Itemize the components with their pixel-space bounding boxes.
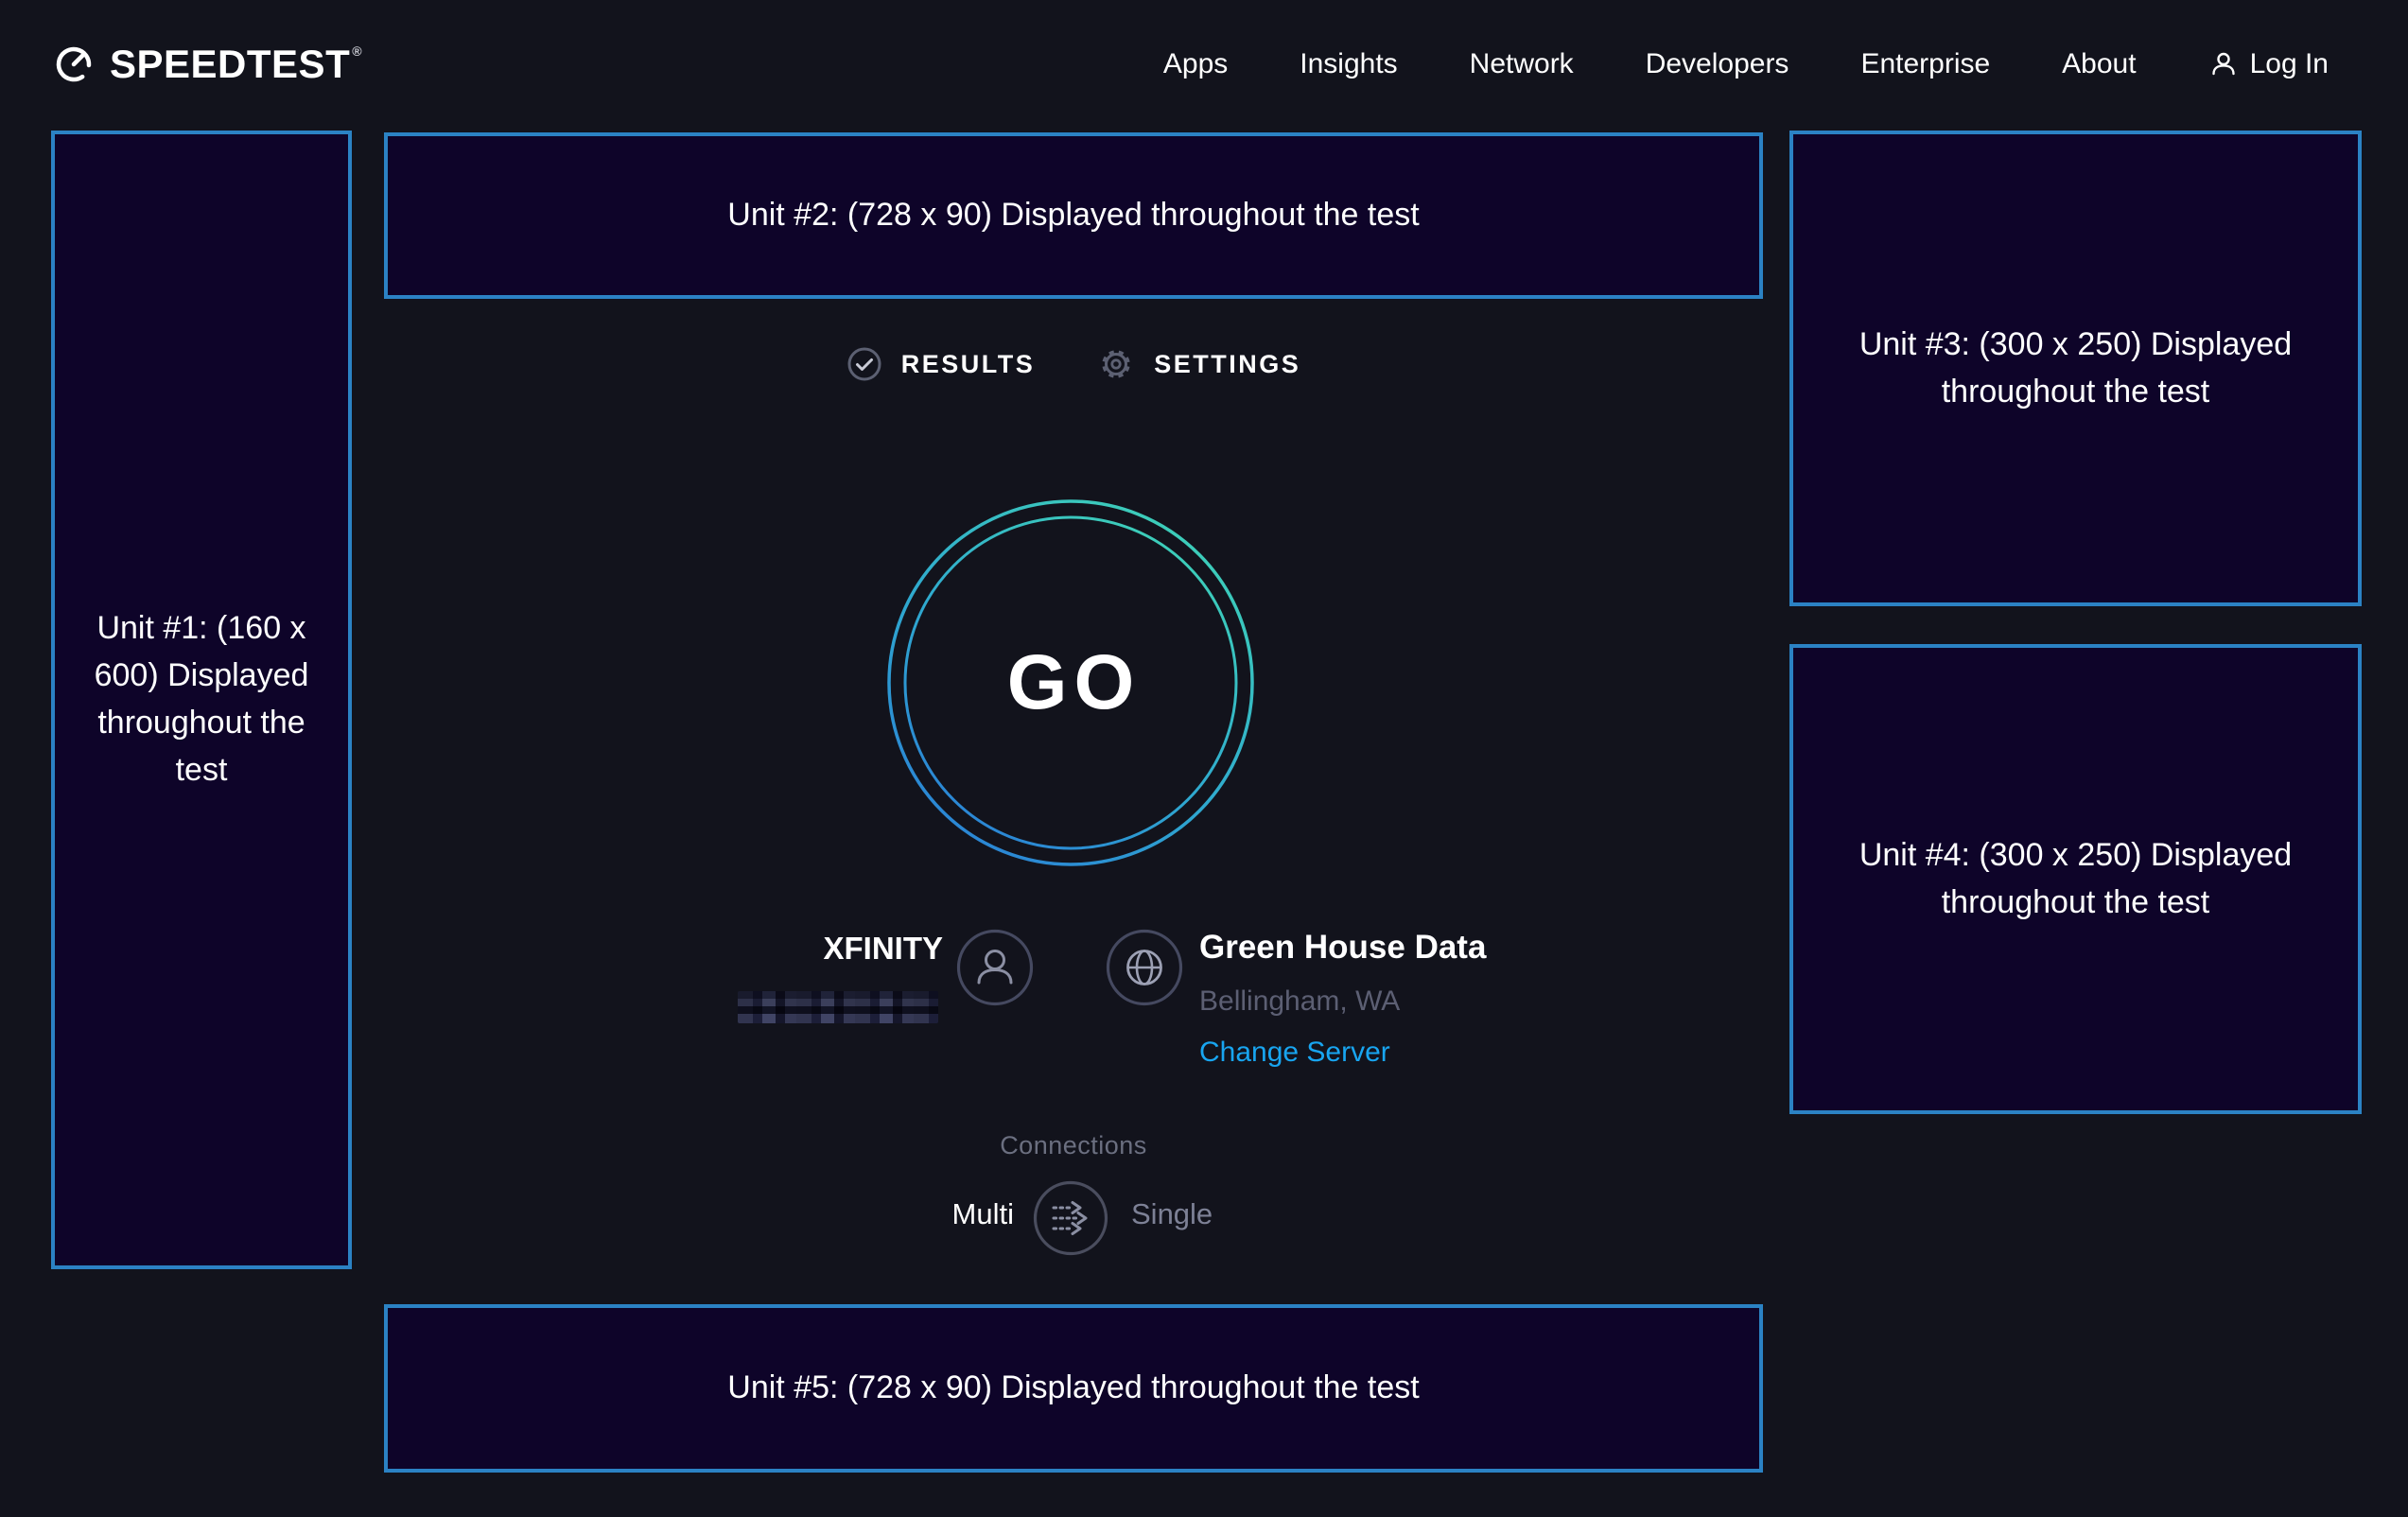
nav-apps[interactable]: Apps <box>1163 48 1228 80</box>
speedtest-gauge-icon <box>53 44 95 85</box>
login-label: Log In <box>2250 48 2329 80</box>
change-server-link[interactable]: Change Server <box>1199 1037 1390 1069</box>
nav-enterprise[interactable]: Enterprise <box>1860 48 1990 80</box>
connections-single-option[interactable]: Single <box>1131 1197 1213 1231</box>
ad-unit-1-label: Unit #1: (160 x 600) Displayed throughou… <box>78 605 325 794</box>
ad-unit-3-label: Unit #3: (300 x 250) Displayed throughou… <box>1845 322 2307 416</box>
nav-developers[interactable]: Developers <box>1646 48 1789 80</box>
login-button[interactable]: Log In <box>2208 48 2329 80</box>
tab-results[interactable]: RESULTS <box>846 346 1036 382</box>
person-circle-icon <box>956 929 1034 1006</box>
brand-text: SPEEDTEST® <box>110 42 362 87</box>
server-location: Bellingham, WA <box>1199 985 1400 1018</box>
ad-unit-4-rectangle[interactable]: Unit #4: (300 x 250) Displayed throughou… <box>1789 644 2362 1114</box>
nav-about[interactable]: About <box>2062 48 2136 80</box>
ad-unit-3-rectangle[interactable]: Unit #3: (300 x 250) Displayed throughou… <box>1789 131 2362 606</box>
ad-unit-5-leaderboard[interactable]: Unit #5: (728 x 90) Displayed throughout… <box>384 1304 1763 1473</box>
gear-icon <box>1097 345 1135 383</box>
ad-unit-2-label: Unit #2: (728 x 90) Displayed throughout… <box>727 192 1419 239</box>
isp-avatar <box>956 929 1034 1011</box>
ad-unit-4-label: Unit #4: (300 x 250) Displayed throughou… <box>1845 832 2307 927</box>
tab-results-label: RESULTS <box>901 350 1036 379</box>
go-button[interactable]: GO <box>886 498 1255 867</box>
tab-settings-label: SETTINGS <box>1154 350 1300 379</box>
speedtest-page: SPEEDTEST® Apps Insights Network Develop… <box>0 0 2408 1517</box>
globe-icon <box>1106 929 1183 1006</box>
trademark-mark: ® <box>352 44 362 59</box>
ad-unit-5-label: Unit #5: (728 x 90) Displayed throughout… <box>727 1365 1419 1412</box>
tab-settings[interactable]: SETTINGS <box>1097 345 1300 383</box>
user-icon <box>2208 49 2239 79</box>
nav-insights[interactable]: Insights <box>1300 48 1397 80</box>
server-name: Green House Data <box>1199 929 1486 967</box>
server-avatar <box>1106 929 1183 1011</box>
nav-network[interactable]: Network <box>1470 48 1574 80</box>
isp-name: XFINITY <box>823 931 943 967</box>
ad-unit-1-skyscraper[interactable]: Unit #1: (160 x 600) Displayed throughou… <box>51 131 352 1269</box>
top-nav-bar: SPEEDTEST® Apps Insights Network Develop… <box>0 0 2408 129</box>
isp-detail-redacted <box>738 991 938 1023</box>
connections-toggle[interactable] <box>1033 1180 1108 1256</box>
multi-connections-icon <box>1033 1180 1108 1256</box>
go-label: GO <box>886 498 1255 867</box>
check-circle-icon <box>846 346 882 382</box>
connections-label: Connections <box>384 1131 1763 1160</box>
speedtest-logo[interactable]: SPEEDTEST® <box>53 42 362 87</box>
main-nav: Apps Insights Network Developers Enterpr… <box>1163 48 2137 80</box>
tabs-row: RESULTS SETTINGS <box>384 333 1763 395</box>
connections-multi-option[interactable]: Multi <box>952 1197 1014 1231</box>
ad-unit-2-leaderboard[interactable]: Unit #2: (728 x 90) Displayed throughout… <box>384 132 1763 299</box>
